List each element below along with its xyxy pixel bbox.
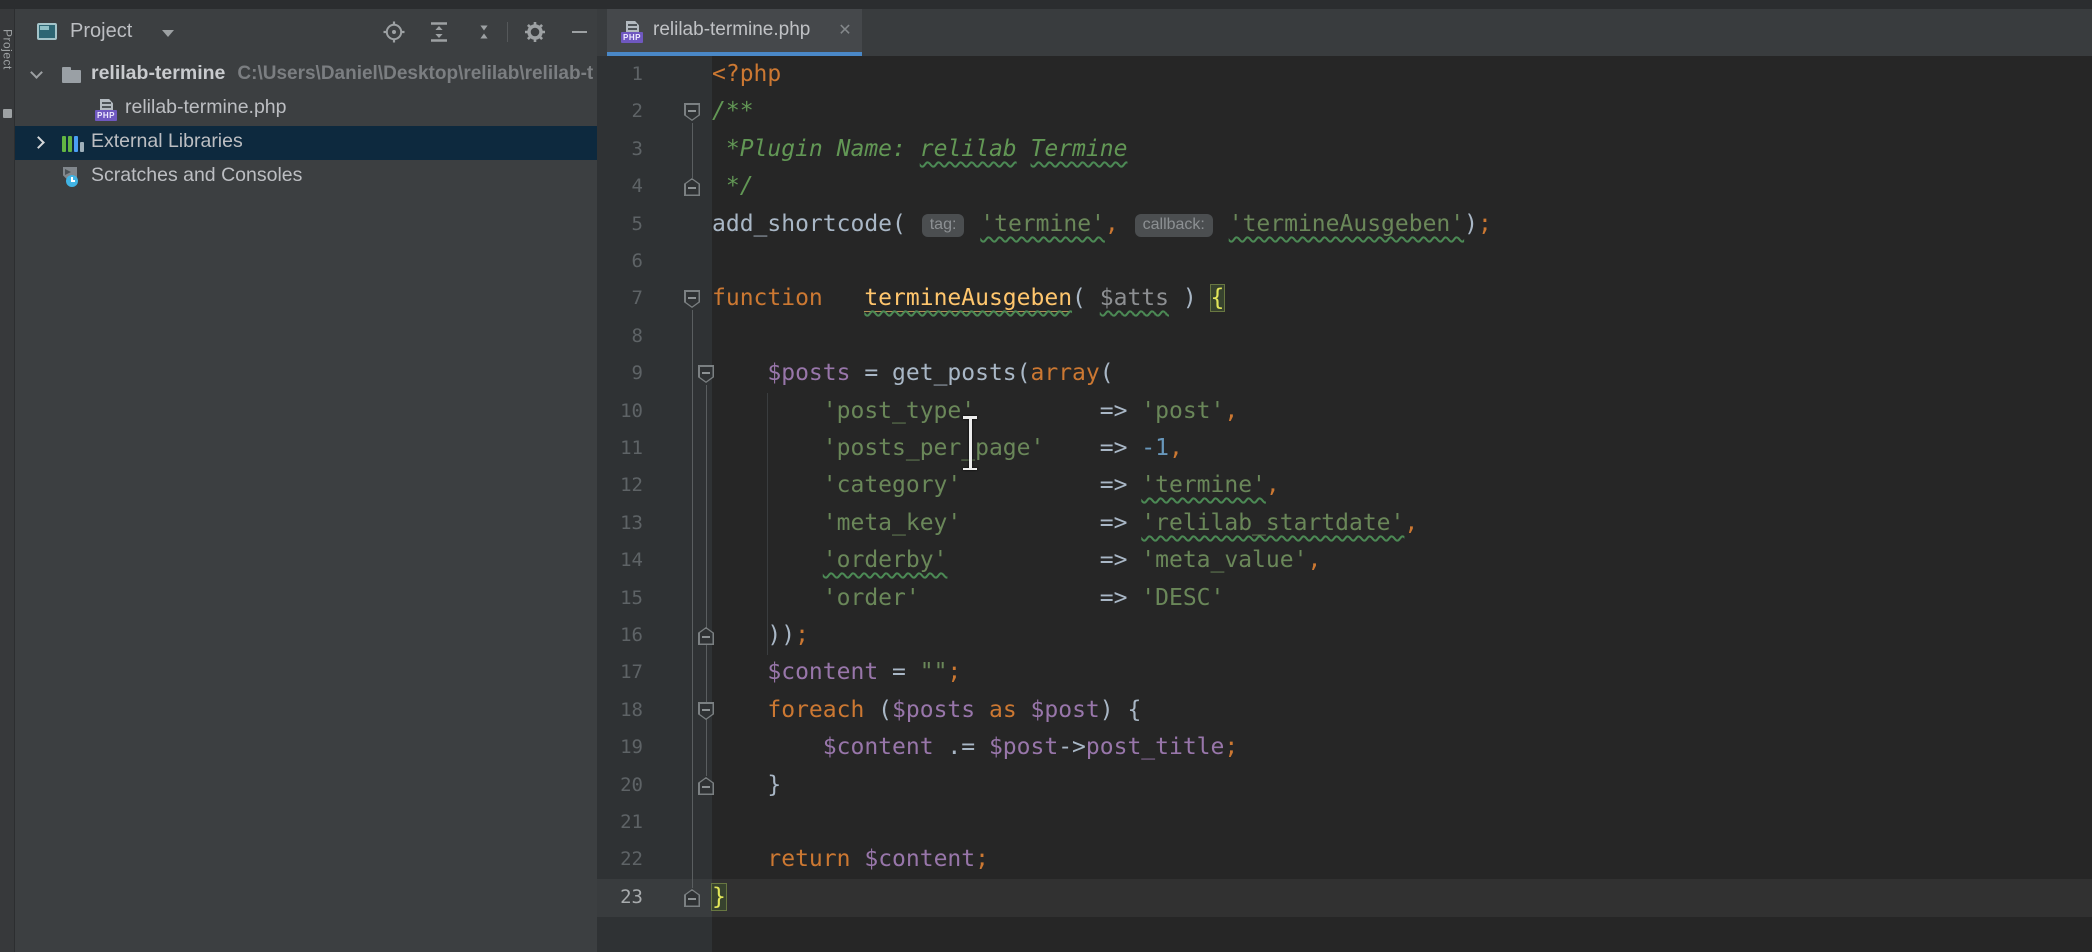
- locate-file-button[interactable]: [382, 20, 406, 44]
- window-top-band: [0, 0, 2092, 9]
- tree-item-label: External Libraries: [91, 130, 243, 153]
- project-tree: relilab-termineC:\Users\Daniel\Desktop\r…: [15, 58, 597, 194]
- ide-window: Project Project: [0, 0, 2092, 952]
- line-number[interactable]: 18: [597, 692, 643, 729]
- chevron-down-icon[interactable]: [30, 66, 43, 79]
- code-line[interactable]: foreach ($posts as $post) {: [712, 692, 1141, 730]
- line-number[interactable]: 7: [597, 280, 643, 317]
- parameter-hint: callback:: [1135, 214, 1213, 237]
- code-line[interactable]: $content = "";: [712, 654, 961, 692]
- line-number[interactable]: 9: [597, 355, 643, 392]
- fold-region-line: [692, 310, 693, 888]
- line-number[interactable]: 11: [597, 430, 643, 467]
- line-number[interactable]: 14: [597, 542, 643, 579]
- line-number[interactable]: 12: [597, 467, 643, 504]
- line-number[interactable]: 15: [597, 580, 643, 617]
- tab-relilab-termine-php[interactable]: PHP relilab-termine.php ✕: [607, 9, 862, 56]
- code-line[interactable]: */: [712, 168, 754, 206]
- line-number[interactable]: 10: [597, 393, 643, 430]
- project-panel-title[interactable]: Project: [70, 20, 132, 43]
- code-line[interactable]: 'order' => 'DESC': [712, 580, 1224, 618]
- expand-all-button[interactable]: [427, 20, 451, 44]
- line-number[interactable]: 19: [597, 729, 643, 766]
- collapse-all-button[interactable]: [472, 20, 496, 44]
- code-line[interactable]: 'category' => 'termine',: [712, 467, 1280, 505]
- ibeam-mouse-cursor: [960, 416, 980, 470]
- code-line[interactable]: add_shortcode( tag: 'termine', callback:…: [712, 206, 1492, 244]
- fold-marker-end[interactable]: [684, 178, 700, 196]
- tree-item-label: relilab-termine.php: [125, 96, 287, 119]
- code-line[interactable]: }: [712, 879, 726, 917]
- line-number[interactable]: 2: [597, 93, 643, 130]
- chevron-right-icon[interactable]: [32, 136, 45, 149]
- code-line[interactable]: <?php: [712, 56, 781, 94]
- scratches-icon: [61, 167, 83, 188]
- project-panel: Project: [15, 9, 597, 952]
- project-panel-header: Project: [15, 9, 597, 56]
- tree-item-path: C:\Users\Daniel\Desktop\relilab\relilab-…: [237, 63, 593, 84]
- php-file-icon: PHP: [621, 21, 643, 42]
- tool-window-stripe: Project: [0, 9, 15, 952]
- tree-row[interactable]: PHP relilab-termine.php: [15, 92, 597, 126]
- line-number[interactable]: 4: [597, 168, 643, 205]
- php-file-icon: PHP: [95, 99, 117, 120]
- chevron-down-icon[interactable]: [162, 30, 174, 37]
- tree-row[interactable]: relilab-termineC:\Users\Daniel\Desktop\r…: [15, 58, 597, 92]
- folder-icon: [61, 65, 83, 86]
- tree-item-label: relilab-termineC:\Users\Daniel\Desktop\r…: [91, 62, 593, 85]
- code-line[interactable]: 'meta_key' => 'relilab_startdate',: [712, 505, 1418, 543]
- code-line[interactable]: function termineAusgeben( $atts ) {: [712, 280, 1224, 318]
- code-line[interactable]: 'posts_per_page' => -1,: [712, 430, 1183, 468]
- line-number[interactable]: 22: [597, 841, 643, 878]
- code-line[interactable]: 'orderby' => 'meta_value',: [712, 542, 1321, 580]
- line-number[interactable]: 21: [597, 804, 643, 841]
- code-line[interactable]: ));: [712, 617, 809, 655]
- tab-label: relilab-termine.php: [653, 19, 810, 41]
- code-line[interactable]: /**: [712, 93, 754, 131]
- code-line[interactable]: $posts = get_posts(array(: [712, 355, 1114, 393]
- line-number[interactable]: 8: [597, 318, 643, 355]
- line-number[interactable]: 5: [597, 206, 643, 243]
- tab-close-icon[interactable]: ✕: [836, 20, 854, 42]
- hide-panel-button[interactable]: [567, 20, 591, 44]
- tree-item-label: Scratches and Consoles: [91, 164, 302, 187]
- line-number[interactable]: 17: [597, 654, 643, 691]
- line-number[interactable]: 6: [597, 243, 643, 280]
- code-line[interactable]: return $content;: [712, 841, 989, 879]
- code-line[interactable]: $content .= $post->post_title;: [712, 729, 1238, 767]
- line-number[interactable]: 13: [597, 505, 643, 542]
- fold-marker-start[interactable]: [684, 290, 700, 308]
- settings-gear-icon[interactable]: [523, 20, 547, 44]
- libraries-icon: [61, 133, 83, 154]
- stripe-tool-icon[interactable]: [3, 109, 12, 118]
- fold-marker-end[interactable]: [684, 889, 700, 907]
- current-line-highlight: [597, 879, 2092, 917]
- parameter-hint: tag:: [922, 214, 965, 237]
- line-number[interactable]: 16: [597, 617, 643, 654]
- editor-tab-bar: PHP relilab-termine.php ✕: [597, 9, 2092, 56]
- tree-row[interactable]: External Libraries: [15, 126, 597, 160]
- line-number[interactable]: 20: [597, 767, 643, 804]
- code-line[interactable]: *Plugin Name: relilab Termine: [712, 131, 1127, 169]
- line-number[interactable]: 3: [597, 131, 643, 168]
- toolbar-divider: [507, 22, 508, 42]
- line-number[interactable]: 23: [597, 879, 643, 916]
- tree-row[interactable]: Scratches and Consoles: [15, 160, 597, 194]
- stripe-project-label[interactable]: Project: [0, 25, 15, 115]
- editor-area[interactable]: 1234567891011121314151617181920212223 <?…: [597, 56, 2092, 952]
- project-view-icon: [37, 23, 57, 40]
- fold-region-line: [692, 123, 693, 178]
- fold-marker-start[interactable]: [684, 103, 700, 121]
- line-number[interactable]: 1: [597, 56, 643, 93]
- code-line[interactable]: }: [712, 767, 781, 805]
